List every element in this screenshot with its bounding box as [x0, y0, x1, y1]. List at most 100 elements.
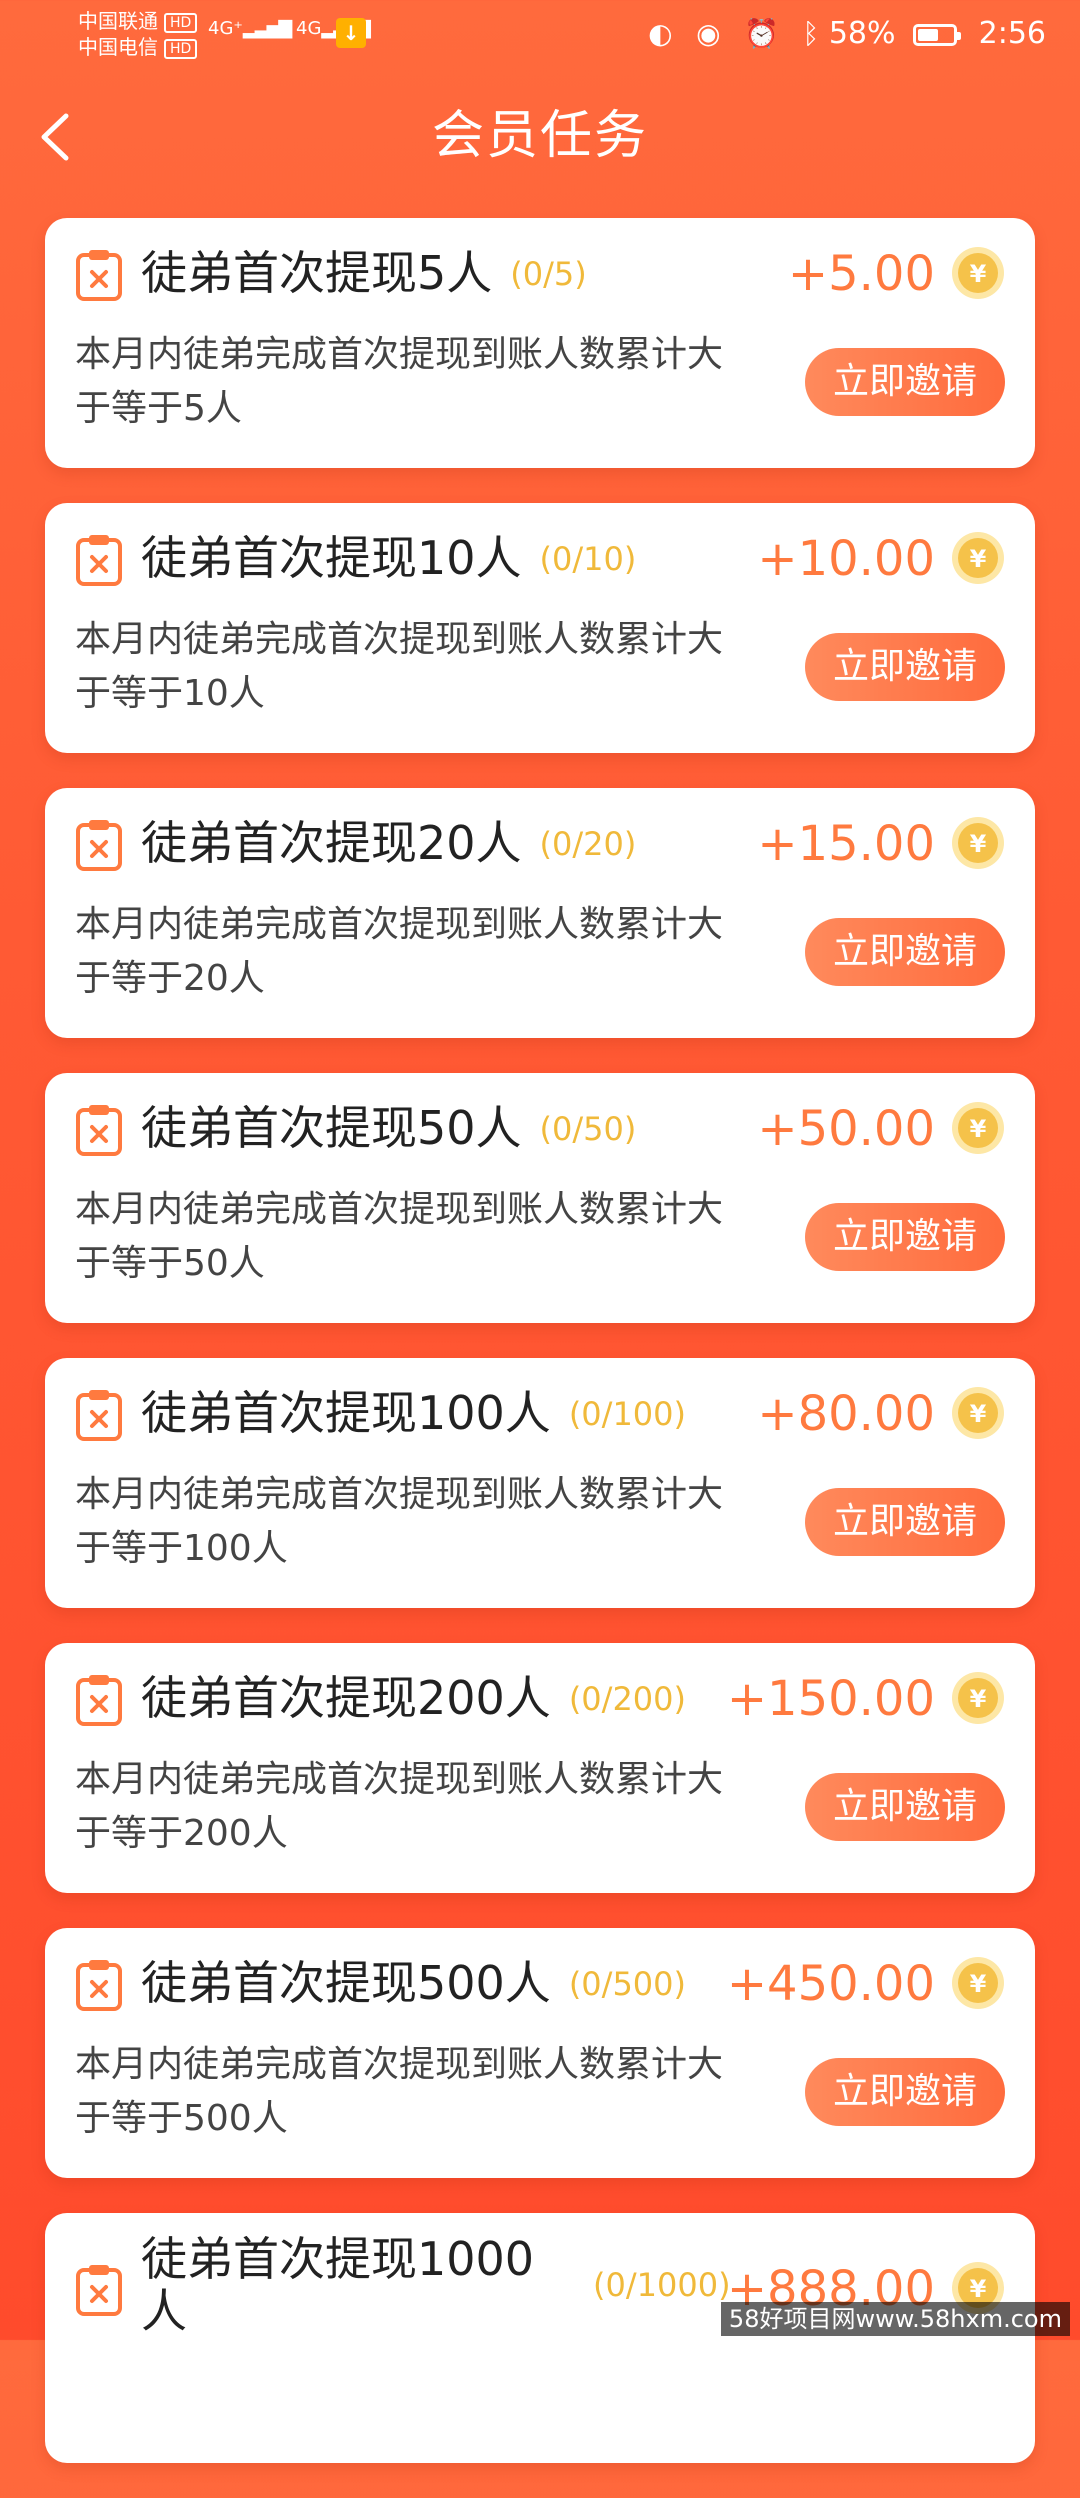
task-title-text: 徒弟首次提现50人 [141, 1101, 522, 1155]
clipboard-icon [76, 820, 122, 871]
task-title-line-2: 人 [141, 2284, 187, 2338]
task-cards: 徒弟首次提现5人 (0/5) +5.00 ¥ 本月内徒弟完成首次提现到账人数累计大… [45, 218, 1035, 2178]
task-description: 本月内徒弟完成首次提现到账人数累计大于等于10人 [75, 619, 724, 714]
task-reward: +5.00 [787, 246, 935, 302]
svg-text:¥: ¥ [970, 830, 987, 858]
invite-button[interactable]: 立即邀请 [805, 633, 1005, 701]
clipboard-icon [76, 1960, 122, 2011]
invite-button[interactable]: 立即邀请 [805, 1203, 1005, 1271]
task-title-text: 徒弟首次提现100人 [141, 1386, 551, 1440]
carrier-info: 中国联通 HD 中国电信 HD [78, 8, 198, 60]
coin-icon: ¥ [952, 247, 1004, 299]
clipboard-icon [76, 1390, 122, 1441]
svg-text:¥: ¥ [970, 1400, 987, 1428]
invite-button[interactable]: 立即邀请 [805, 2058, 1005, 2126]
header: 会员任务 [0, 72, 1080, 202]
watermark: 58好项目网www.58hxm.com [720, 2302, 1070, 2336]
task-title: 徒弟首次提现100人 (0/100) [141, 1382, 686, 1445]
battery-fill [918, 28, 939, 41]
task-reward: +150.00 [726, 1671, 935, 1727]
task-progress: (0/1000) [593, 2266, 731, 2304]
download-icon: ↓ [336, 18, 366, 48]
task-title: 徒弟首次提现50人 (0/50) [141, 1097, 636, 1160]
task-title-line-1: 徒弟首次提现1000 [141, 2232, 535, 2286]
task-description: 本月内徒弟完成首次提现到账人数累计大于等于500人 [75, 2044, 724, 2139]
svg-text:¥: ¥ [970, 1685, 987, 1713]
clipboard-icon [76, 2265, 122, 2316]
svg-text:¥: ¥ [970, 2275, 987, 2303]
clipboard-icon [76, 1675, 122, 1726]
eye-icon: ◉ [696, 17, 721, 50]
carrier-1: 中国联通 [78, 9, 158, 33]
task-description: 本月内徒弟完成首次提现到账人数累计大于等于5人 [75, 334, 724, 429]
signal-bars-icon: ▂▃▅▇ [242, 18, 292, 39]
task-description: 本月内徒弟完成首次提现到账人数累计大于等于20人 [75, 904, 724, 999]
data-saver-icon: ◐ [648, 17, 673, 50]
hd-badge-2: HD [164, 38, 198, 59]
task-title: 徒弟首次提现5人 (0/5) [141, 242, 587, 305]
task-card-last: 徒弟首次提现1000 人 (0/1000) +888.00 ¥ [45, 2213, 1035, 2463]
carrier-2: 中国电信 [78, 35, 158, 59]
task-reward: +15.00 [757, 816, 935, 872]
task-card: 徒弟首次提现50人 (0/50) +50.00 ¥ 本月内徒弟完成首次提现到账人数… [45, 1073, 1035, 1323]
invite-button[interactable]: 立即邀请 [805, 1488, 1005, 1556]
task-title-text: 徒弟首次提现200人 [141, 1671, 551, 1725]
task-card: 徒弟首次提现5人 (0/5) +5.00 ¥ 本月内徒弟完成首次提现到账人数累计大… [45, 218, 1035, 468]
task-description: 本月内徒弟完成首次提现到账人数累计大于等于100人 [75, 1474, 724, 1569]
invite-button[interactable]: 立即邀请 [805, 918, 1005, 986]
clipboard-icon [76, 535, 122, 586]
coin-icon: ¥ [952, 1102, 1004, 1154]
status-right: ◐ ◉ ⏰ ᛒ 58% 2:56 [634, 14, 1046, 54]
svg-text:¥: ¥ [970, 1970, 987, 1998]
task-title-text: 徒弟首次提现5人 [141, 246, 493, 300]
coin-icon: ¥ [952, 1957, 1004, 2009]
network-type-1: 4G⁺ [208, 18, 243, 39]
clock-time: 2:56 [978, 16, 1046, 51]
svg-text:¥: ¥ [970, 545, 987, 573]
network-type-2: 4G [296, 18, 322, 39]
coin-icon: ¥ [952, 1672, 1004, 1724]
task-reward: +50.00 [757, 1101, 935, 1157]
task-reward: +450.00 [726, 1956, 935, 2012]
page-title: 会员任务 [431, 106, 648, 166]
battery-percent: 58% [828, 16, 896, 51]
task-card: 徒弟首次提现500人 (0/500) +450.00 ¥ 本月内徒弟完成首次提现到… [45, 1928, 1035, 2178]
task-card: 徒弟首次提现20人 (0/20) +15.00 ¥ 本月内徒弟完成首次提现到账人数… [45, 788, 1035, 1038]
coin-icon: ¥ [952, 1387, 1004, 1439]
clipboard-icon [76, 250, 122, 301]
task-card: 徒弟首次提现200人 (0/200) +150.00 ¥ 本月内徒弟完成首次提现到… [45, 1643, 1035, 1893]
task-progress: (0/500) [568, 1965, 686, 2003]
task-title: 徒弟首次提现200人 (0/200) [141, 1667, 686, 1730]
battery-icon [913, 23, 962, 46]
coin-icon: ¥ [952, 817, 1004, 869]
task-title: 徒弟首次提现500人 (0/500) [141, 1952, 686, 2015]
invite-button[interactable]: 立即邀请 [805, 1773, 1005, 1841]
task-progress: (0/5) [510, 255, 587, 293]
clipboard-icon [76, 1105, 122, 1156]
coin-icon: ¥ [952, 532, 1004, 584]
alarm-icon: ⏰ [744, 17, 779, 50]
task-progress: (0/200) [568, 1680, 686, 1718]
task-description: 本月内徒弟完成首次提现到账人数累计大于等于50人 [75, 1189, 724, 1284]
task-progress: (0/20) [539, 825, 637, 863]
svg-text:¥: ¥ [970, 1115, 987, 1143]
bluetooth-icon: ᛒ [802, 17, 820, 50]
task-title: 徒弟首次提现20人 (0/20) [141, 812, 636, 875]
task-progress: (0/50) [539, 1110, 637, 1148]
task-progress: (0/100) [568, 1395, 686, 1433]
task-title-text: 徒弟首次提现10人 [141, 531, 522, 585]
svg-text:¥: ¥ [970, 260, 987, 288]
task-list: 徒弟首次提现5人 (0/5) +5.00 ¥ 本月内徒弟完成首次提现到账人数累计大… [45, 218, 1035, 2498]
task-title-text: 徒弟首次提现20人 [141, 816, 522, 870]
task-title: 徒弟首次提现10人 (0/10) [141, 527, 636, 590]
task-reward: +80.00 [757, 1386, 935, 1442]
task-reward: +10.00 [757, 531, 935, 587]
invite-button[interactable]: 立即邀请 [805, 348, 1005, 416]
task-card: 徒弟首次提现100人 (0/100) +80.00 ¥ 本月内徒弟完成首次提现到账… [45, 1358, 1035, 1608]
task-description: 本月内徒弟完成首次提现到账人数累计大于等于200人 [75, 1759, 724, 1854]
status-bar: 中国联通HD 中国电信HD 4G⁺▂▃▅▇ 4G▂▃▅▇ ↓ ◐ ◉ ⏰ ᛒ 5… [0, 0, 1080, 72]
hd-badge-1: HD [164, 12, 198, 33]
task-card: 徒弟首次提现10人 (0/10) +10.00 ¥ 本月内徒弟完成首次提现到账人数… [45, 503, 1035, 753]
task-progress: (0/10) [539, 540, 637, 578]
task-title: 徒弟首次提现1000 人 [141, 2233, 561, 2337]
